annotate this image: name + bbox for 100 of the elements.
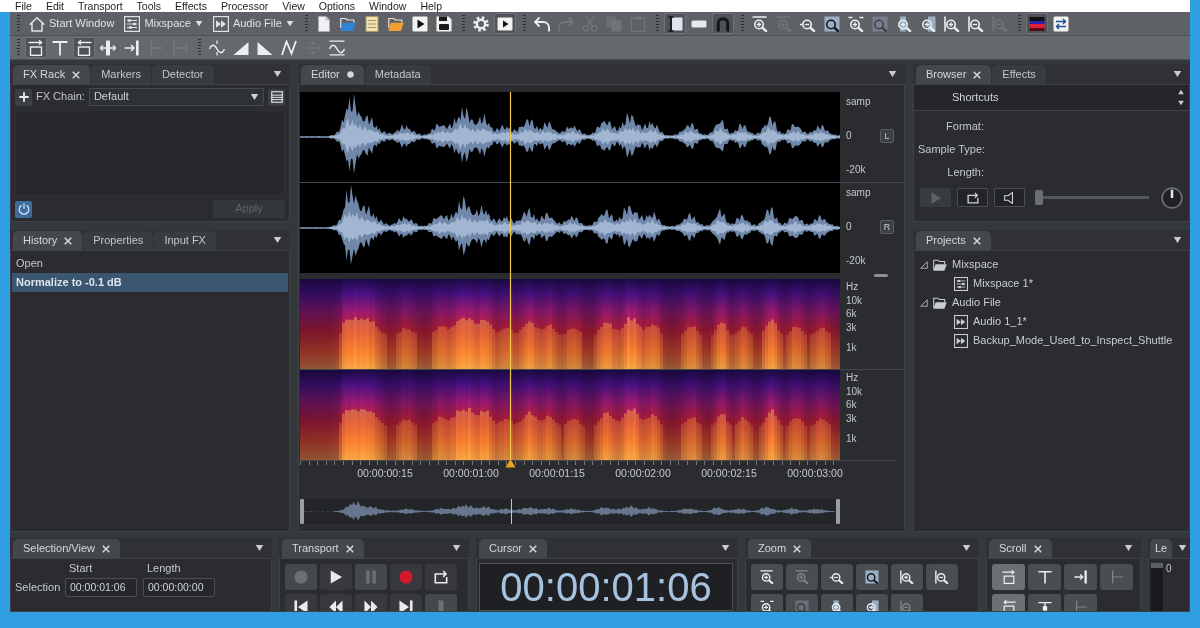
- menu-item[interactable]: Effects: [175, 0, 207, 12]
- zigzag-icon: [281, 39, 297, 56]
- caret-icon[interactable]: [1124, 544, 1133, 552]
- menu-item[interactable]: Help: [420, 0, 442, 12]
- menu-item[interactable]: Tools: [136, 0, 162, 12]
- toolbar-button[interactable]: [25, 37, 47, 58]
- down-arrow-icon[interactable]: [1177, 100, 1185, 106]
- panel-button[interactable]: [320, 564, 352, 590]
- plus-icon: [18, 92, 29, 102]
- panel-tab[interactable]: Zoom: [748, 539, 812, 558]
- panel-button[interactable]: [1064, 564, 1097, 590]
- menu-item[interactable]: Processor: [221, 0, 269, 12]
- panel-tab[interactable]: Le: [1150, 539, 1173, 558]
- power-button[interactable]: [15, 200, 32, 218]
- panel-button[interactable]: [751, 564, 783, 590]
- up-arrow-icon[interactable]: [1177, 89, 1185, 95]
- caret-icon[interactable]: [1173, 236, 1182, 244]
- caret-icon[interactable]: [1178, 544, 1187, 552]
- scale-label: 10k: [846, 384, 864, 398]
- caret-icon[interactable]: [255, 544, 264, 552]
- tree-item[interactable]: Backup_Mode_Used_to_Inspect_Shuttle: [973, 333, 1173, 348]
- bar-icon: [1037, 600, 1052, 611]
- menu-item[interactable]: View: [282, 0, 305, 12]
- panel-button[interactable]: [926, 564, 958, 590]
- field-label: Sample Type:: [918, 143, 984, 157]
- list-button[interactable]: [268, 88, 285, 106]
- caret-icon[interactable]: [888, 70, 897, 78]
- panel-button[interactable]: [821, 564, 853, 590]
- range-handle[interactable]: [836, 499, 840, 524]
- panel-tab[interactable]: Cursor: [479, 539, 547, 558]
- toolbar-button[interactable]: [663, 13, 686, 34]
- time-field[interactable]: 00:00:00:00: [143, 578, 215, 598]
- panel-tab[interactable]: History: [13, 231, 83, 250]
- panel-tab[interactable]: Markers: [91, 65, 151, 84]
- panel-tab[interactable]: Selection/View: [13, 539, 120, 558]
- tree-item[interactable]: Audio File: [952, 295, 1001, 310]
- caret-icon[interactable]: [452, 544, 461, 552]
- expander-icon[interactable]: [920, 260, 928, 269]
- loop-button[interactable]: [957, 188, 988, 208]
- skip-start-icon: [294, 600, 308, 611]
- panel-button[interactable]: [891, 564, 923, 590]
- channel-button[interactable]: L: [880, 128, 894, 143]
- caret-icon[interactable]: [273, 70, 282, 78]
- level-meter: [1151, 563, 1163, 611]
- panel-button[interactable]: [1028, 564, 1061, 590]
- slider-thumb[interactable]: [1035, 190, 1043, 206]
- panel-tab[interactable]: Scroll: [989, 539, 1052, 558]
- scale-label: Hz: [846, 280, 860, 294]
- panel-tab[interactable]: Projects: [916, 231, 991, 250]
- menu-item[interactable]: Edit: [45, 0, 64, 12]
- folder-icon: [339, 15, 356, 32]
- folder-icon: [387, 15, 404, 32]
- playhead[interactable]: [505, 92, 517, 468]
- zoom-in-icon: [900, 570, 914, 584]
- speaker-button[interactable]: [994, 188, 1025, 208]
- caret-icon[interactable]: [721, 544, 730, 552]
- zoom-in-icon: [847, 15, 864, 32]
- panel-tab[interactable]: Editor: [301, 65, 364, 84]
- add-button[interactable]: [15, 88, 32, 106]
- chain-select[interactable]: Default: [88, 88, 264, 106]
- history-item[interactable]: Normalize to -0.1 dB: [12, 273, 288, 292]
- panel-tab[interactable]: Detector: [151, 65, 214, 84]
- magnifier-icon: [795, 600, 809, 611]
- panel-tab[interactable]: Properties: [83, 231, 154, 250]
- panel-tab[interactable]: FX Rack: [13, 65, 91, 84]
- panel-button[interactable]: [425, 564, 457, 590]
- caret-icon[interactable]: [273, 236, 282, 244]
- panel-tab[interactable]: Transport: [282, 539, 364, 558]
- play-icon: [929, 191, 942, 204]
- tree-item[interactable]: Mixspace 1*: [973, 276, 1033, 291]
- toolbar-button[interactable]: [73, 37, 95, 58]
- splitter-handle[interactable]: [874, 274, 888, 277]
- panel-tab[interactable]: Metadata: [364, 65, 431, 84]
- menu-item[interactable]: Options: [318, 0, 355, 12]
- audio-file-button[interactable]: Audio File: [208, 13, 298, 34]
- toolbar-button[interactable]: [493, 13, 516, 34]
- channel-button[interactable]: R: [880, 219, 894, 234]
- caret-icon[interactable]: [962, 544, 971, 552]
- mixspace-button[interactable]: Mixspace: [120, 13, 207, 34]
- start-window-button[interactable]: Start Window: [25, 13, 119, 34]
- caret-icon[interactable]: [1173, 70, 1182, 78]
- range-handle[interactable]: [300, 499, 304, 524]
- panel-tab[interactable]: Browser: [916, 65, 992, 84]
- panel-tab[interactable]: Input FX: [154, 231, 216, 250]
- menu-item[interactable]: Window: [369, 0, 407, 12]
- menu-item[interactable]: File: [15, 0, 32, 12]
- t-bar-icon: [1037, 570, 1052, 584]
- expander-icon[interactable]: [920, 298, 928, 307]
- box-arrow-icon: [1001, 600, 1016, 611]
- knob-icon[interactable]: [1161, 186, 1183, 209]
- time-field[interactable]: 00:00:01:06: [65, 578, 137, 598]
- tree-item[interactable]: Audio 1_1*: [973, 314, 1027, 329]
- history-item[interactable]: Open: [12, 254, 288, 273]
- zoom-in-icon: [795, 570, 809, 584]
- location-dropdown[interactable]: Shortcuts: [914, 85, 1189, 111]
- panel-tab[interactable]: Effects: [992, 65, 1046, 84]
- tree-item[interactable]: Mixspace: [952, 257, 999, 272]
- menu-item[interactable]: Transport: [78, 0, 123, 12]
- play-icon: [329, 570, 343, 584]
- panel-button[interactable]: [856, 564, 888, 590]
